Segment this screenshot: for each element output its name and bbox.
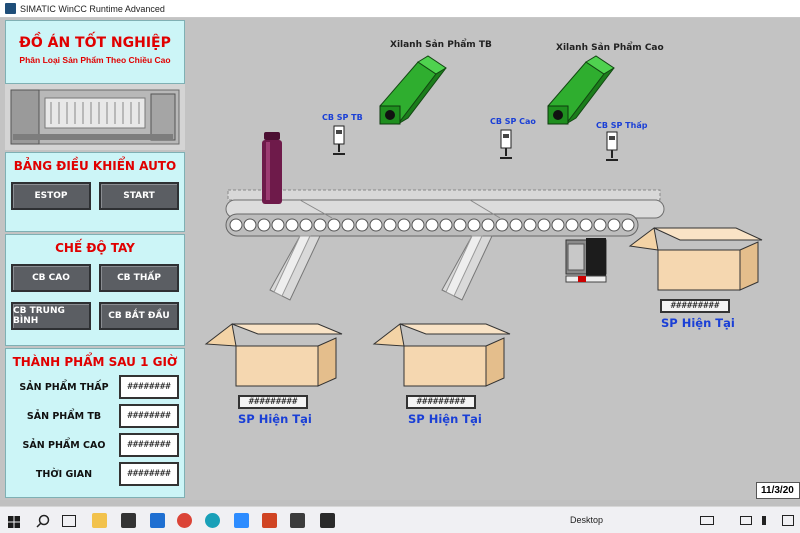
windows-taskbar: Desktop (0, 506, 800, 533)
zoom-icon[interactable] (234, 513, 249, 528)
wincc-app-icon (5, 3, 16, 14)
box-high-counter: ######### (660, 299, 730, 313)
sensor-cao (500, 129, 512, 159)
chute-low (269, 235, 321, 301)
wincc-runtime-icon[interactable] (320, 513, 335, 528)
keyboard-icon[interactable] (700, 516, 714, 525)
conveyor (225, 189, 665, 237)
box-low-label: SP Hiện Tại (238, 412, 312, 426)
box-low-counter: ######### (238, 395, 308, 409)
window-titlebar: SIMATIC WinCC Runtime Advanced (0, 0, 800, 18)
start-icon[interactable] (8, 515, 20, 528)
search-icon[interactable] (36, 514, 50, 528)
sensor-tb-label: CB SP TB (322, 113, 363, 122)
sensor-thap-label: CB SP Thấp (596, 121, 648, 130)
mail-icon[interactable] (150, 513, 165, 528)
cylinder-cao (547, 55, 615, 125)
desktop-label[interactable]: Desktop (570, 515, 603, 525)
window-title: SIMATIC WinCC Runtime Advanced (20, 3, 165, 14)
cylinder-cao-label: Xilanh Sản Phẩm Cao (556, 43, 664, 53)
task-view-icon[interactable] (62, 515, 76, 527)
sensor-tb (333, 125, 345, 155)
sensor-cao-label: CB SP Cao (490, 117, 536, 126)
sensor-thap (606, 131, 618, 161)
chrome-icon[interactable] (177, 513, 192, 528)
box-mid (372, 323, 511, 387)
box-high (628, 227, 763, 291)
box-mid-counter: ######### (406, 395, 476, 409)
file-explorer-icon[interactable] (92, 513, 107, 528)
bottle-product (262, 132, 282, 204)
network-icon[interactable] (740, 516, 752, 525)
volume-icon[interactable] (762, 516, 772, 525)
chute-mid (441, 235, 493, 301)
box-low (204, 323, 343, 387)
conveyor-motor (565, 238, 607, 283)
edge-icon[interactable] (205, 513, 220, 528)
box-mid-label: SP Hiện Tại (408, 412, 482, 426)
cylinder-tb-label: Xilanh Sản Phẩm TB (390, 40, 492, 50)
date-display: 11/3/20 (756, 482, 800, 499)
store-icon[interactable] (121, 513, 136, 528)
cylinder-tb (379, 55, 447, 125)
notification-icon[interactable] (782, 515, 794, 526)
tia-portal-icon[interactable] (290, 513, 305, 528)
process-graphics (204, 55, 763, 387)
powerpoint-icon[interactable] (262, 513, 277, 528)
box-high-label: SP Hiện Tại (661, 316, 735, 330)
hmi-screen: ĐỒ ÁN TỐT NGHIỆP Phân Loại Sản Phẩm Theo… (0, 18, 800, 500)
